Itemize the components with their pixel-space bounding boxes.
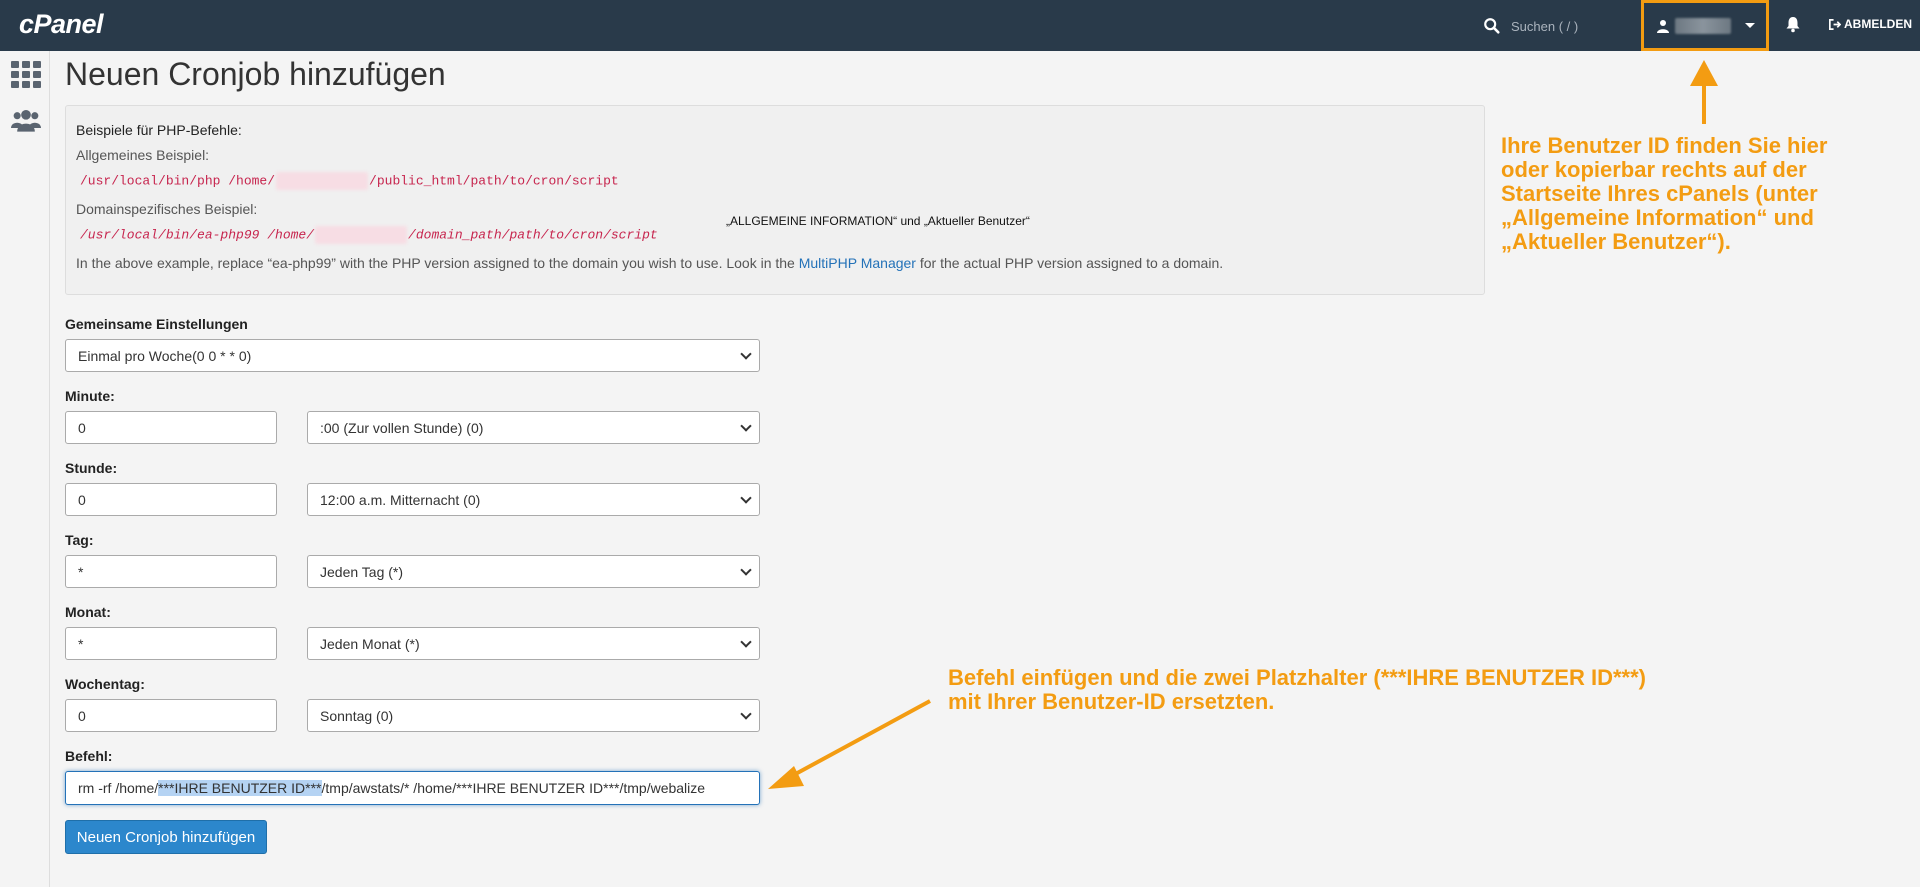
month-label: Monat: bbox=[65, 604, 111, 620]
redacted-username bbox=[315, 226, 408, 244]
redacted-username bbox=[276, 172, 369, 190]
arrow-up-to-user-menu bbox=[1690, 60, 1718, 124]
general-example-code: /usr/local/bin/php /home//public_html/pa… bbox=[80, 172, 619, 190]
user-name-blurred bbox=[1675, 17, 1731, 34]
page-title: Neuen Cronjob hinzufügen bbox=[65, 56, 446, 92]
top-bar: cPanel Suchen ( / ) ABMELDEN bbox=[0, 0, 1920, 51]
chevron-down-icon bbox=[740, 348, 752, 360]
arrow-to-command-field bbox=[768, 699, 931, 789]
grid-icon[interactable] bbox=[11, 61, 41, 89]
user-menu-button[interactable] bbox=[1641, 0, 1769, 51]
month-select[interactable]: Jeden Monat (*) bbox=[307, 627, 760, 660]
minute-select[interactable]: :00 (Zur vollen Stunde) (0) bbox=[307, 411, 760, 444]
selected-placeholder: ***IHRE BENUTZER ID*** bbox=[158, 780, 322, 796]
chevron-down-icon bbox=[740, 492, 752, 504]
minute-input[interactable]: 0 bbox=[65, 411, 277, 444]
user-icon bbox=[1657, 19, 1669, 33]
general-example-label: Allgemeines Beispiel: bbox=[76, 147, 210, 163]
annotation-user-id-hint: Ihre Benutzer ID finden Sie hier oder ko… bbox=[1501, 133, 1828, 254]
annotation-command-hint: Befehl einfügen und die zwei Platzhalter… bbox=[948, 665, 1646, 714]
annotation-info-reference: „ALLGEMEINE INFORMATION“ und „Aktueller … bbox=[726, 214, 1030, 228]
search-placeholder: Suchen ( / ) bbox=[1511, 18, 1579, 34]
common-settings-label: Gemeinsame Einstellungen bbox=[65, 316, 248, 332]
common-settings-select[interactable]: Einmal pro Woche(0 0 * * 0) bbox=[65, 339, 760, 372]
bell-icon[interactable] bbox=[1784, 15, 1802, 33]
multiphp-manager-link[interactable]: MultiPHP Manager bbox=[799, 255, 916, 271]
weekday-label: Wochentag: bbox=[65, 676, 145, 692]
users-icon[interactable] bbox=[11, 107, 41, 135]
day-select[interactable]: Jeden Tag (*) bbox=[307, 555, 760, 588]
hour-input[interactable]: 0 bbox=[65, 483, 277, 516]
weekday-input[interactable]: 0 bbox=[65, 699, 277, 732]
day-label: Tag: bbox=[65, 532, 94, 548]
domain-example-code: /usr/local/bin/ea-php99 /home//domain_pa… bbox=[80, 226, 658, 244]
command-label: Befehl: bbox=[65, 748, 113, 764]
chevron-down-icon bbox=[740, 564, 752, 576]
cpanel-logo[interactable]: cPanel bbox=[19, 9, 104, 40]
minute-label: Minute: bbox=[65, 388, 115, 404]
logout-label: ABMELDEN bbox=[1844, 17, 1912, 31]
search-box[interactable]: Suchen ( / ) bbox=[1483, 15, 1578, 37]
chevron-down-icon bbox=[740, 708, 752, 720]
chevron-down-icon bbox=[740, 420, 752, 432]
php-version-note: In the above example, replace “ea-php99”… bbox=[76, 255, 1224, 271]
command-input[interactable]: rm -rf /home/***IHRE BENUTZER ID***/tmp/… bbox=[65, 771, 760, 805]
examples-heading: Beispiele für PHP-Befehle: bbox=[76, 122, 242, 138]
hour-select[interactable]: 12:00 a.m. Mitternacht (0) bbox=[307, 483, 760, 516]
logout-icon bbox=[1829, 18, 1841, 30]
logout-button[interactable]: ABMELDEN bbox=[1828, 17, 1912, 31]
day-input[interactable]: * bbox=[65, 555, 277, 588]
hour-label: Stunde: bbox=[65, 460, 118, 476]
php-examples-box: Beispiele für PHP-Befehle: Allgemeines B… bbox=[65, 105, 1485, 295]
chevron-down-icon bbox=[740, 636, 752, 648]
add-cronjob-button[interactable]: Neuen Cronjob hinzufügen bbox=[65, 820, 267, 854]
search-icon bbox=[1484, 18, 1500, 34]
sidebar bbox=[0, 51, 50, 887]
month-input[interactable]: * bbox=[65, 627, 277, 660]
weekday-select[interactable]: Sonntag (0) bbox=[307, 699, 760, 732]
chevron-down-icon bbox=[1745, 23, 1755, 28]
